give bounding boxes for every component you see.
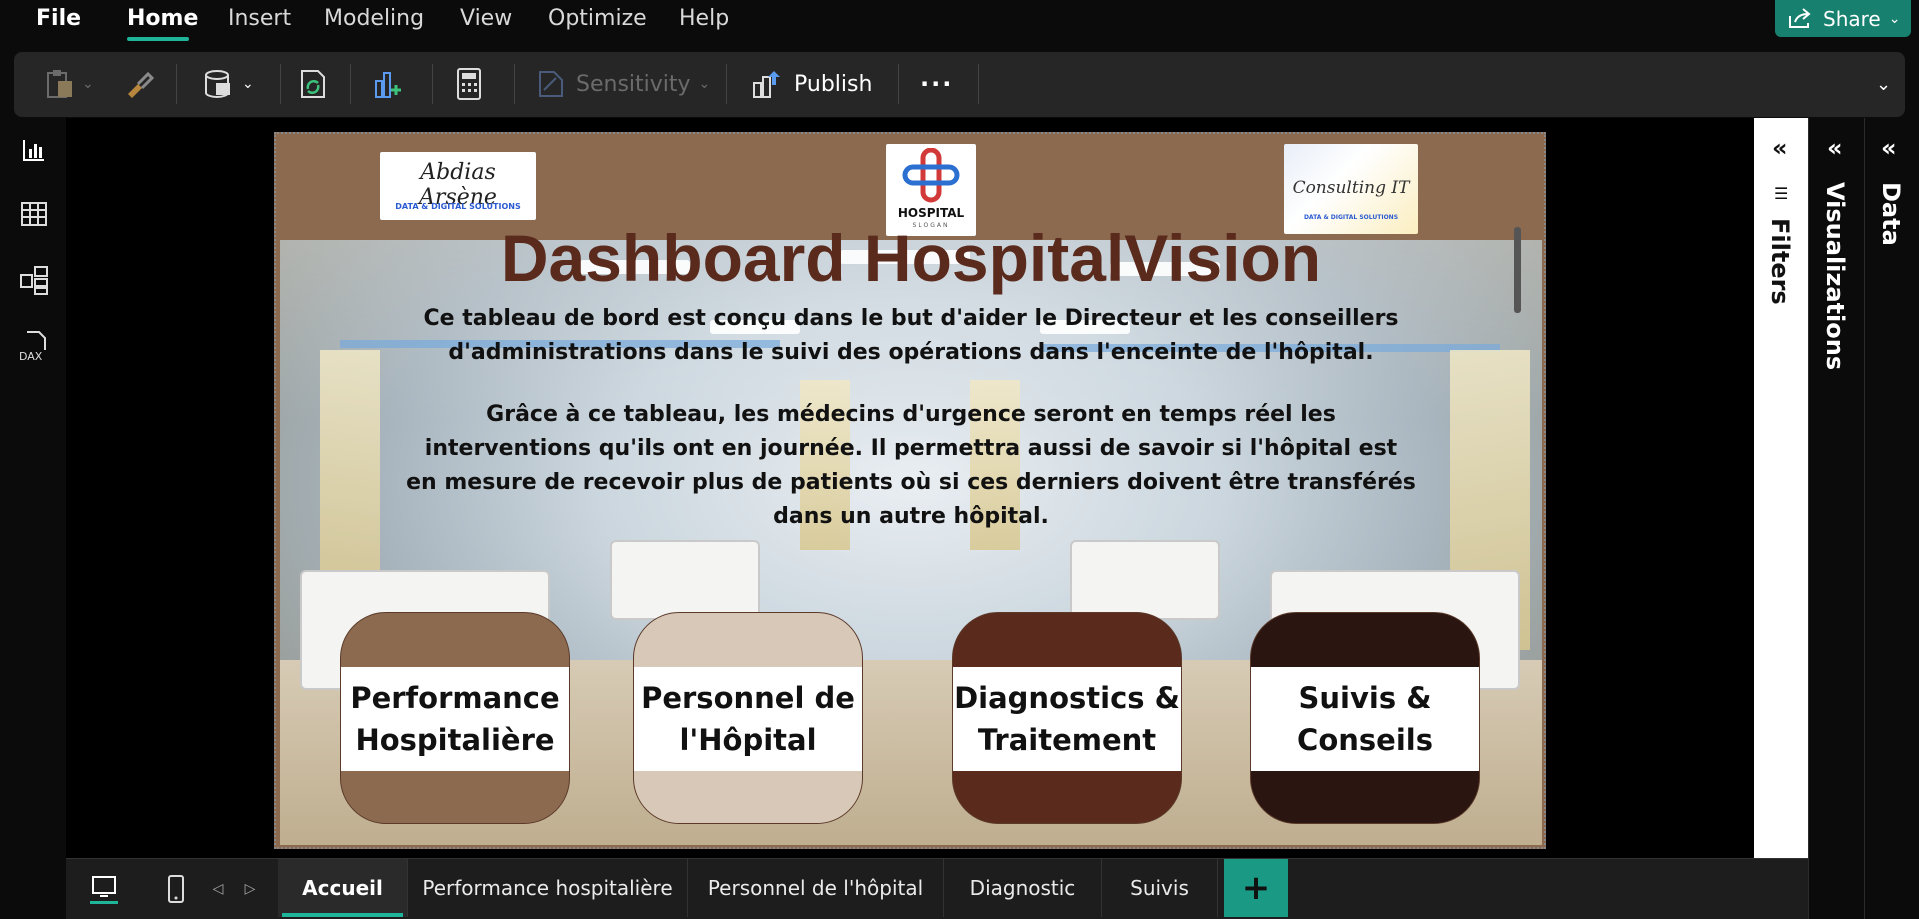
menu-insert[interactable]: Insert	[228, 6, 291, 38]
data-expand-chevron-icon[interactable]: «	[1881, 134, 1897, 162]
report-page: Abdias Arsène DATA & DIGITAL SOLUTIONS H…	[274, 132, 1546, 849]
nav-card-personnel[interactable]: Personnel de l'Hôpital	[633, 612, 863, 824]
view-switcher-rail: DAX	[0, 118, 66, 919]
add-page-button[interactable]: +	[1224, 859, 1288, 917]
powerbi-window: File Home Insert Modeling View Optimize …	[0, 0, 1919, 919]
dax-label: DAX	[19, 350, 43, 362]
database-icon	[205, 70, 230, 99]
filters-pane-label: Filters	[1766, 218, 1794, 305]
refresh-button[interactable]	[296, 66, 330, 102]
format-painter-button[interactable]	[122, 66, 154, 102]
filters-pane[interactable]: « ☰ Filters	[1754, 118, 1808, 859]
model-view-icon[interactable]	[14, 260, 54, 300]
menu-optimize[interactable]: Optimize	[548, 6, 647, 38]
publish-label: Publish	[794, 71, 873, 97]
filters-expand-chevron-icon[interactable]: «	[1772, 134, 1788, 162]
page-tab-personnel[interactable]: Personnel de l'hôpital	[688, 859, 944, 917]
nav-card-diagnostics[interactable]: Diagnostics & Traitement	[952, 612, 1182, 824]
menu-modeling[interactable]: Modeling	[324, 6, 424, 38]
menu-view[interactable]: View	[460, 6, 512, 38]
page-tab-suivis[interactable]: Suivis	[1102, 859, 1218, 917]
consulting-logo-name: Consulting IT	[1292, 178, 1410, 198]
mobile-layout-icon[interactable]	[156, 869, 196, 909]
ribbon-toolbar: ⌄ ⌄ Sensitivity ⌄ Publish ··· ⌄	[14, 52, 1905, 117]
page-tab-diagnostic[interactable]: Diagnostic	[944, 859, 1102, 917]
chevron-down-icon: ⌄	[698, 76, 711, 92]
more-options-button[interactable]: ···	[920, 66, 953, 102]
description-paragraph-2: Grâce à ce tableau, les médecins d'urgen…	[406, 402, 1416, 529]
get-data-button[interactable]: ⌄	[202, 66, 254, 102]
page-tabs-bar: ◁ ▷ Accueil Performance hospitalière Per…	[66, 858, 1808, 919]
dashboard-title: Dashboard HospitalVision	[500, 221, 1322, 295]
publish-button[interactable]: Publish	[750, 66, 872, 102]
nav-card-personnel-label: Personnel de l'Hôpital	[634, 667, 862, 771]
dax-query-icon[interactable]: DAX	[14, 326, 54, 366]
data-pane-label: Data	[1877, 182, 1905, 246]
paintbrush-icon	[128, 71, 154, 98]
page-tab-performance[interactable]: Performance hospitalière	[408, 859, 688, 917]
filter-icon: ☰	[1774, 184, 1789, 203]
hospital-cross-icon	[902, 148, 960, 203]
report-view-icon[interactable]	[14, 130, 54, 170]
new-visual-icon	[375, 72, 401, 98]
menu-bar: File Home Insert Modeling View Optimize …	[0, 0, 1919, 44]
nav-card-performance-label: Performance Hospitalière	[341, 667, 569, 771]
chevron-down-icon: ⌄	[82, 76, 94, 92]
chevron-down-icon: ⌄	[1888, 10, 1901, 27]
nav-card-performance[interactable]: Performance Hospitalière	[340, 612, 570, 824]
menu-home[interactable]: Home	[127, 6, 198, 38]
nav-card-suivis[interactable]: Suivis & Conseils	[1250, 612, 1480, 824]
data-pane[interactable]: « Data	[1864, 118, 1919, 919]
sensitivity-button[interactable]: Sensitivity ⌄	[536, 66, 710, 102]
chevron-down-icon: ⌄	[242, 76, 254, 92]
desktop-layout-icon[interactable]	[84, 869, 124, 909]
menu-active-indicator	[127, 37, 189, 41]
menu-help[interactable]: Help	[679, 6, 729, 38]
description-paragraph-1: Ce tableau de bord est conçu dans le but…	[423, 306, 1399, 365]
menu-file[interactable]: File	[36, 6, 81, 38]
paste-button[interactable]: ⌄	[44, 66, 94, 102]
share-label: Share	[1823, 6, 1881, 31]
nav-card-suivis-label: Suivis & Conseils	[1251, 667, 1479, 771]
tab-scroll-right-icon[interactable]: ▷	[238, 869, 262, 909]
nav-card-diagnostics-label: Diagnostics & Traitement	[953, 667, 1181, 771]
page-tab-accueil-label: Accueil	[302, 876, 383, 900]
visualizations-expand-chevron-icon[interactable]: «	[1827, 134, 1843, 162]
calculator-icon	[457, 68, 481, 100]
new-measure-button[interactable]	[454, 66, 484, 102]
visualizations-pane-label: Visualizations	[1821, 182, 1849, 371]
table-view-icon[interactable]	[14, 194, 54, 234]
tab-scroll-left-icon[interactable]: ◁	[206, 869, 230, 909]
abdias-logo[interactable]: Abdias Arsène DATA & DIGITAL SOLUTIONS	[380, 152, 536, 220]
hospital-logo-name: HOSPITAL	[897, 206, 965, 220]
share-button[interactable]: Share ⌄	[1775, 0, 1911, 37]
share-icon	[1789, 7, 1811, 28]
clipboard-icon	[47, 70, 72, 98]
sensitivity-label: Sensitivity	[576, 71, 691, 97]
abdias-logo-tagline: DATA & DIGITAL SOLUTIONS	[395, 202, 521, 211]
ribbon-collapse-chevron-icon[interactable]: ⌄	[1876, 74, 1891, 95]
page-tab-accueil[interactable]: Accueil	[278, 859, 408, 917]
new-visual-button[interactable]	[372, 66, 406, 102]
publish-icon	[753, 71, 780, 98]
sensitivity-icon	[539, 71, 563, 97]
refresh-icon	[301, 70, 325, 98]
visualizations-pane[interactable]: « Visualizations	[1808, 118, 1864, 919]
